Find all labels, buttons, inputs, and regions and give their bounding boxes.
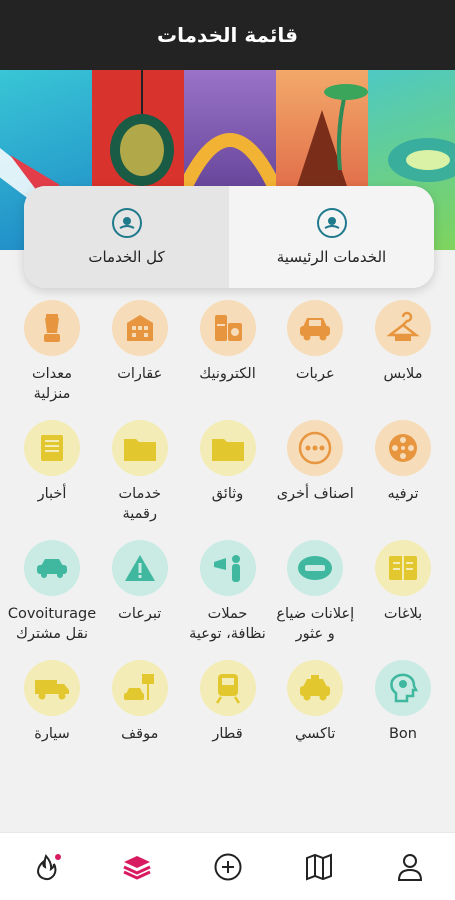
service-carpool[interactable]: Covoiturage نقل مشترك bbox=[8, 540, 96, 644]
services-row: بلاغات إعلانات ضياع و عثور حملات نظافة، … bbox=[0, 540, 455, 644]
service-vehicles[interactable]: عربات bbox=[275, 300, 355, 404]
blender-icon bbox=[24, 300, 80, 356]
tab-main-services[interactable]: الخدمات الرئيسية bbox=[229, 186, 434, 288]
taxi-icon bbox=[287, 660, 344, 716]
service-entertainment[interactable]: ترفيه bbox=[363, 420, 443, 524]
hand-service-icon bbox=[111, 208, 142, 238]
notification-badge bbox=[54, 853, 61, 860]
service-parking[interactable]: موقف bbox=[100, 660, 180, 744]
carpool-icon bbox=[24, 540, 80, 596]
more-dots-icon bbox=[287, 420, 344, 476]
app-header: قائمة الخدمات bbox=[0, 0, 455, 70]
nav-map[interactable] bbox=[294, 842, 344, 892]
train-icon bbox=[199, 660, 256, 716]
appliances-icon bbox=[199, 300, 256, 356]
hanger-icon bbox=[375, 300, 431, 356]
service-bon[interactable]: Bon bbox=[363, 660, 443, 744]
service-lost-found[interactable]: إعلانات ضياع و عثور bbox=[275, 540, 355, 644]
service-train[interactable]: قطار bbox=[188, 660, 268, 744]
services-tab-switch: كل الخدمات الخدمات الرئيسية bbox=[24, 186, 434, 288]
service-car[interactable]: سيارة bbox=[12, 660, 92, 744]
services-row: ملابس عربات الكترونيك عقارات معدات منزلي… bbox=[0, 300, 455, 404]
folder-icon bbox=[111, 420, 168, 476]
service-news[interactable]: أخبار bbox=[12, 420, 92, 524]
truck-icon bbox=[24, 660, 80, 716]
tab-all-services[interactable]: كل الخدمات bbox=[24, 186, 229, 288]
nav-profile[interactable] bbox=[385, 842, 435, 892]
nav-services[interactable] bbox=[112, 842, 162, 892]
building-icon bbox=[111, 300, 168, 356]
car-icon bbox=[287, 300, 344, 356]
service-real-estate[interactable]: عقارات bbox=[100, 300, 180, 404]
service-taxi[interactable]: تاكسي bbox=[275, 660, 355, 744]
folder-icon bbox=[199, 420, 256, 476]
add-icon bbox=[214, 853, 241, 880]
page-title: قائمة الخدمات bbox=[157, 23, 298, 47]
service-reports[interactable]: بلاغات bbox=[363, 540, 443, 644]
warning-icon bbox=[111, 540, 168, 596]
services-row: Bon تاكسي قطار موقف سيارة bbox=[0, 660, 455, 744]
parking-icon bbox=[111, 660, 168, 716]
megaphone-icon bbox=[199, 540, 256, 596]
service-campaigns[interactable]: حملات نظافة، توعية bbox=[188, 540, 268, 644]
nav-add[interactable] bbox=[203, 842, 253, 892]
service-home-equipment[interactable]: معدات منزلية bbox=[12, 300, 92, 404]
profile-icon bbox=[397, 853, 422, 881]
service-documents[interactable]: وثائق bbox=[188, 420, 268, 524]
service-clothes[interactable]: ملابس bbox=[363, 300, 443, 404]
report-book-icon bbox=[375, 540, 431, 596]
lost-found-icon bbox=[287, 540, 344, 596]
idea-head-icon bbox=[375, 660, 431, 716]
service-electronics[interactable]: الكترونيك bbox=[188, 300, 268, 404]
hand-service-icon bbox=[316, 208, 347, 238]
layers-icon bbox=[122, 855, 151, 880]
bottom-navigation bbox=[0, 832, 455, 900]
service-digital[interactable]: خدمات رقمية bbox=[100, 420, 180, 524]
film-reel-icon bbox=[375, 420, 431, 476]
map-icon bbox=[305, 853, 332, 880]
service-donations[interactable]: تبرعات bbox=[100, 540, 180, 644]
flame-icon bbox=[36, 853, 56, 880]
tab-all-services-label: كل الخدمات bbox=[88, 248, 165, 266]
tab-main-services-label: الخدمات الرئيسية bbox=[276, 248, 387, 266]
services-row: ترفيه اصناف أخرى وثائق خدمات رقمية أخبار bbox=[0, 420, 455, 524]
nav-flame[interactable] bbox=[21, 842, 71, 892]
newspaper-icon bbox=[24, 420, 80, 476]
service-other[interactable]: اصناف أخرى bbox=[275, 420, 355, 524]
services-grid: ملابس عربات الكترونيك عقارات معدات منزلي… bbox=[0, 300, 455, 760]
